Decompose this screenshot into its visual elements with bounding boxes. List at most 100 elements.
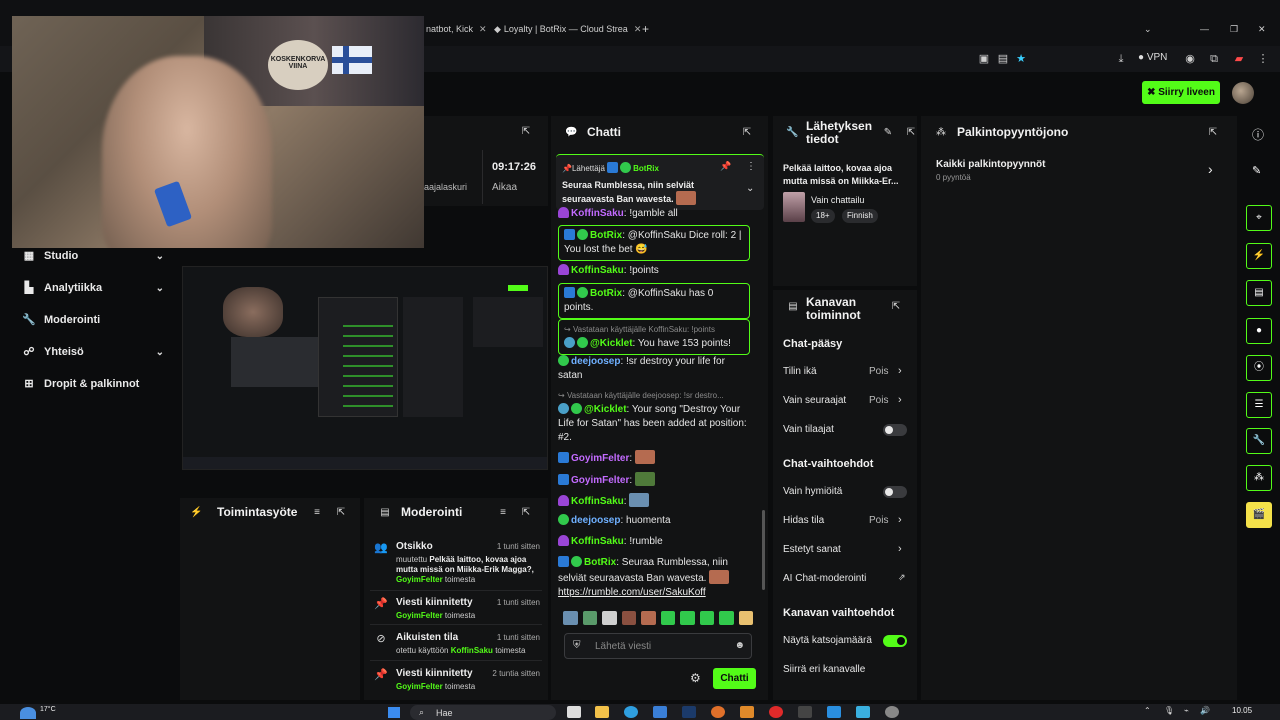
- notification-icon[interactable]: ▰: [1232, 52, 1246, 66]
- unpin-icon[interactable]: 📌: [720, 161, 731, 172]
- task-view-icon[interactable]: [567, 706, 581, 718]
- filter-icon[interactable]: ≡: [497, 507, 509, 519]
- app-icon[interactable]: [856, 706, 870, 718]
- emoji-icon[interactable]: ☻: [734, 640, 745, 651]
- extensions-icon[interactable]: ⧉: [1207, 52, 1221, 66]
- sidebar-item-analytics[interactable]: ▙ Analytiikka ⌄: [22, 281, 164, 295]
- rail-button-moderation[interactable]: ⌖: [1246, 205, 1272, 231]
- account-age-value[interactable]: Pois: [869, 366, 888, 377]
- edit-pencil-icon[interactable]: ✎: [882, 127, 894, 139]
- volume-icon[interactable]: 🔊: [1200, 706, 1210, 715]
- taskbar-clock[interactable]: 10.05: [1232, 706, 1252, 715]
- avatar[interactable]: [1232, 82, 1254, 104]
- vlc-icon[interactable]: [740, 706, 754, 718]
- microphone-icon[interactable]: 🎙: [1164, 706, 1174, 715]
- chevron-right-icon[interactable]: ›: [898, 543, 902, 555]
- close-tab-icon[interactable]: ✕: [634, 24, 642, 34]
- pinned-message[interactable]: 📌Lähettäjä BotRix 📌 ⋮ Seuraa Rumblessa, …: [556, 154, 764, 216]
- close-window-button[interactable]: ✕: [1258, 24, 1266, 44]
- rail-button-document[interactable]: ▤: [1246, 280, 1272, 306]
- close-tab-icon[interactable]: ✕: [479, 24, 487, 34]
- popout-icon[interactable]: ⇱: [905, 127, 917, 139]
- screenshot-icon[interactable]: ▣: [977, 52, 991, 66]
- sidebar-item-drops[interactable]: ⊞ Dropit & palkinnot: [22, 377, 164, 391]
- emote[interactable]: [719, 611, 734, 625]
- bookmark-star-icon[interactable]: ★: [1014, 52, 1028, 66]
- rail-button-broadcast[interactable]: ⦿: [1246, 355, 1272, 381]
- popout-icon[interactable]: ⇱: [890, 301, 902, 313]
- more-options-icon[interactable]: ⋮: [746, 161, 756, 172]
- chevron-right-icon[interactable]: ›: [1208, 161, 1213, 177]
- account-icon[interactable]: ◉: [1183, 52, 1197, 66]
- show-viewers-toggle[interactable]: [883, 635, 907, 647]
- new-tab-button[interactable]: +: [642, 22, 649, 42]
- info-icon[interactable]: ⓘ: [1252, 126, 1264, 143]
- all-reward-requests[interactable]: Kaikki palkintopyynnöt: [936, 159, 1045, 170]
- opera-icon[interactable]: [769, 706, 783, 718]
- popout-icon[interactable]: ⇱: [335, 507, 347, 519]
- popout-icon[interactable]: ⇱: [741, 127, 753, 139]
- browser-tab[interactable]: ◆ Loyalty | BotRix — Cloud Strea ✕: [494, 24, 641, 44]
- sidebar-item-studio[interactable]: ▦ Studio ⌄: [22, 249, 164, 263]
- popout-icon[interactable]: ⇱: [1207, 127, 1219, 139]
- obs-icon[interactable]: [885, 706, 899, 718]
- external-link-icon[interactable]: ⇗: [898, 572, 906, 583]
- sidebar-item-moderation[interactable]: 🔧 Moderointi: [22, 313, 164, 327]
- banned-words-label[interactable]: Estetyt sanat: [783, 544, 841, 555]
- emotes-only-toggle[interactable]: [883, 486, 907, 498]
- emote[interactable]: [641, 611, 656, 625]
- emote[interactable]: [563, 611, 578, 625]
- rail-button-rewards[interactable]: ⁂: [1246, 465, 1272, 491]
- emote[interactable]: [738, 611, 753, 625]
- emote[interactable]: [680, 611, 695, 625]
- emote[interactable]: [582, 611, 597, 625]
- chevron-right-icon[interactable]: ›: [898, 514, 902, 526]
- vpn-button[interactable]: ● VPN: [1138, 52, 1167, 63]
- maximize-button[interactable]: ❐: [1230, 24, 1238, 44]
- terminal-icon[interactable]: [798, 706, 812, 718]
- edit-pencil-icon[interactable]: ✎: [1252, 164, 1261, 177]
- network-icon[interactable]: ⌁: [1184, 706, 1189, 715]
- settings-gear-icon[interactable]: ⚙: [690, 671, 701, 685]
- taskbar-search[interactable]: ⌕ Hae: [410, 705, 556, 720]
- chevron-down-icon[interactable]: ⌄: [746, 183, 754, 194]
- edge-icon[interactable]: [624, 706, 638, 718]
- windows-start-icon[interactable]: [388, 707, 400, 718]
- store-icon[interactable]: [653, 706, 667, 718]
- rail-button-chat[interactable]: ●: [1246, 318, 1272, 344]
- filter-icon[interactable]: ≡: [311, 507, 323, 519]
- emote[interactable]: [699, 611, 714, 625]
- slow-mode-value[interactable]: Pois: [869, 515, 888, 526]
- emote[interactable]: [621, 611, 636, 625]
- browser-tab[interactable]: natbot, Kick ✕: [426, 24, 487, 44]
- sidebar-item-community[interactable]: ☍ Yhteisö ⌄: [22, 345, 164, 359]
- send-chat-button[interactable]: Chatti: [713, 668, 756, 689]
- followers-only-value[interactable]: Pois: [869, 395, 888, 406]
- app-icon[interactable]: [827, 706, 841, 718]
- chevron-right-icon[interactable]: ›: [898, 365, 902, 377]
- go-live-button[interactable]: ✖ Siirry liveen: [1142, 81, 1220, 104]
- download-icon[interactable]: ⤓: [1114, 52, 1128, 66]
- menu-icon[interactable]: ⋮: [1256, 52, 1270, 66]
- firefox-icon[interactable]: [711, 706, 725, 718]
- tray-chevron-icon[interactable]: ⌃: [1144, 706, 1151, 715]
- chat-input[interactable]: ⛨ Lähetä viesti ☻: [564, 633, 752, 659]
- move-channel-label[interactable]: Siirrä eri kanavalle: [783, 664, 865, 675]
- rail-button-clips[interactable]: 🎬: [1246, 502, 1272, 528]
- tab-list-chevron-icon[interactable]: ⌄: [1144, 24, 1152, 44]
- stream-preview[interactable]: [182, 266, 548, 470]
- chat-scrollbar[interactable]: [762, 510, 765, 590]
- emote[interactable]: [602, 611, 617, 625]
- steam-icon[interactable]: [682, 706, 696, 718]
- rail-button-activity[interactable]: ⚡: [1246, 243, 1272, 269]
- reader-icon[interactable]: ▤: [996, 52, 1010, 66]
- minimize-button[interactable]: —: [1200, 24, 1209, 44]
- file-explorer-icon[interactable]: [595, 706, 609, 718]
- popout-icon[interactable]: ⇱: [520, 126, 532, 138]
- subscribers-only-toggle[interactable]: [883, 424, 907, 436]
- chevron-right-icon[interactable]: ›: [898, 394, 902, 406]
- rail-button-tools[interactable]: 🔧: [1246, 428, 1272, 454]
- popout-icon[interactable]: ⇱: [520, 507, 532, 519]
- ai-moderation-label[interactable]: AI Chat-moderointi: [783, 573, 866, 584]
- emote[interactable]: [660, 611, 675, 625]
